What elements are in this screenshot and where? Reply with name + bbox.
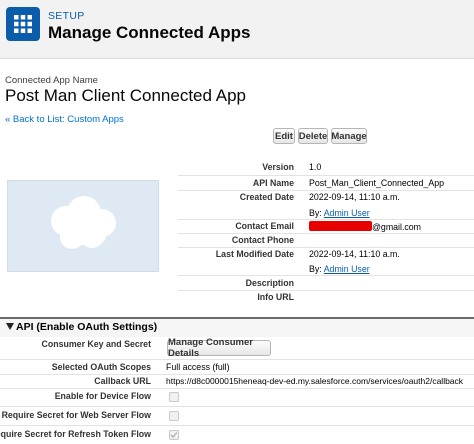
oauth-scopes-label: Selected OAuth Scopes: [51, 362, 151, 372]
last-modified-value: 2022-09-14, 11:10 a.m.: [309, 249, 400, 259]
device-flow-checkbox[interactable]: [169, 392, 179, 402]
edit-button[interactable]: Edit: [273, 128, 295, 144]
divider: [0, 374, 474, 375]
created-date-label: Created Date: [239, 192, 294, 202]
divider: [0, 406, 474, 407]
consumer-key-label: Consumer Key and Secret: [41, 339, 151, 349]
contact-email-suffix: @gmail.com: [372, 222, 422, 232]
app-name: Post Man Client Connected App: [5, 86, 246, 105]
info-url-label: Info URL: [257, 292, 294, 302]
modified-by-prefix: By:: [309, 264, 322, 274]
manage-consumer-details-button[interactable]: Manage Consumer Details: [167, 337, 271, 359]
refresh-token-secret-label: Require Secret for Refresh Token Flow: [0, 429, 151, 439]
refresh-token-secret-checkbox[interactable]: [169, 430, 179, 440]
created-date-value: 2022-09-14, 11:10 a.m.: [309, 192, 400, 202]
divider: [178, 233, 474, 234]
divider: [178, 275, 474, 276]
redaction-mark: [309, 221, 372, 231]
page-title: Manage Connected Apps: [48, 23, 251, 42]
divider: [178, 175, 474, 176]
version-label: Version: [262, 162, 294, 172]
divider: [178, 247, 474, 248]
collapse-triangle-icon: [6, 323, 14, 330]
divider: [0, 388, 474, 389]
modified-by-user-link[interactable]: Admin User: [324, 264, 370, 274]
last-modified-label: Last Modified Date: [215, 249, 294, 259]
contact-email-value: @gmail.com: [309, 221, 421, 232]
callback-url-label: Callback URL: [94, 376, 151, 386]
delete-button[interactable]: Delete: [298, 128, 328, 144]
divider: [0, 425, 474, 426]
contact-phone-label: Contact Phone: [231, 235, 294, 245]
back-to-list-link[interactable]: « Back to List: Custom Apps: [5, 114, 124, 125]
divider: [0, 359, 474, 360]
created-by: By: Admin User: [309, 208, 370, 218]
setup-label: SETUP: [48, 10, 85, 22]
app-name-label: Connected App Name: [5, 75, 98, 86]
grid-icon: [6, 7, 40, 41]
page-header: SETUP Manage Connected Apps: [0, 0, 474, 59]
device-flow-label: Enable for Device Flow: [54, 391, 151, 401]
web-server-secret-label: Require Secret for Web Server Flow: [1, 410, 151, 420]
checkmark-icon: [170, 432, 178, 438]
oauth-section-title: API (Enable OAuth Settings): [16, 321, 158, 333]
version-value: 1.0: [309, 162, 322, 172]
web-server-secret-checkbox[interactable]: [169, 411, 179, 421]
oauth-scopes-value: Full access (full): [166, 362, 230, 372]
created-by-user-link[interactable]: Admin User: [324, 208, 370, 218]
divider: [178, 290, 474, 291]
divider: [178, 190, 474, 191]
description-label: Description: [245, 278, 294, 288]
created-by-prefix: By:: [309, 208, 322, 218]
callback-url-value: https://d8c0000015heneaq-dev-ed.my.sales…: [166, 376, 464, 386]
manage-button[interactable]: Manage: [331, 128, 367, 144]
modified-by: By: Admin User: [309, 264, 370, 274]
api-name-label: API Name: [252, 178, 294, 188]
contact-email-label: Contact Email: [235, 221, 294, 231]
api-name-value: Post_Man_Client_Connected_App: [309, 178, 444, 188]
app-logo: [7, 180, 159, 272]
oauth-section-header[interactable]: API (Enable OAuth Settings): [0, 317, 474, 337]
divider: [178, 219, 474, 220]
cloud-icon: [51, 196, 116, 249]
